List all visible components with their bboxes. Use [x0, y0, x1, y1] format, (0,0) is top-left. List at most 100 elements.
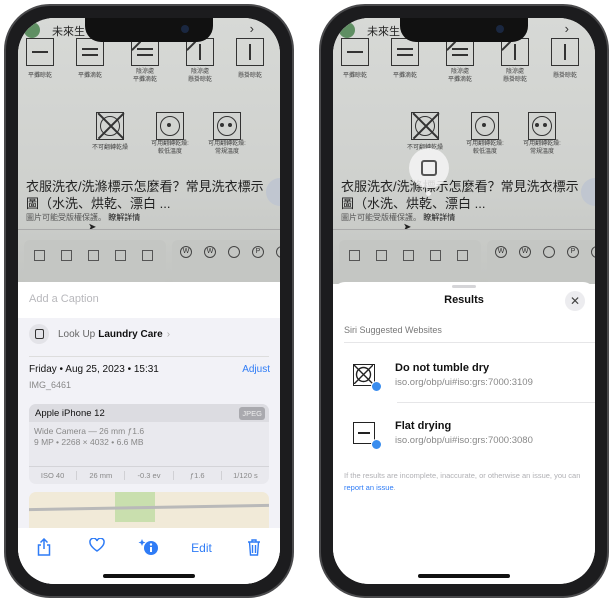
- exif-iso: ISO 40: [29, 471, 78, 480]
- line-dry-symbol: [551, 38, 579, 66]
- result-url: iso.org/obp/ui#iso:grs:7000:3109: [395, 377, 533, 388]
- heart-icon[interactable]: [83, 537, 111, 558]
- mini-symbol: P: [252, 246, 264, 258]
- no-tumble-dry-symbol: [96, 112, 125, 140]
- tumble-low-symbol: [156, 112, 184, 140]
- exif-ev: -0.3 ev: [125, 471, 174, 480]
- mini-symbol: W: [495, 246, 507, 258]
- photo-date: Friday • Aug 25, 2023 • 15:31: [29, 364, 159, 375]
- symbol-label: 可用翻轉乾燥: 較低溫度: [151, 141, 189, 155]
- mini-symbol: W: [204, 246, 216, 258]
- symbol-label: 平攤滴乾: [392, 73, 417, 79]
- symbol-label: 不可翻轉乾燥: [91, 145, 128, 151]
- notch: [85, 18, 213, 42]
- mini-symbol: W: [519, 246, 531, 258]
- laundry-icon: [421, 160, 437, 176]
- sheet-grabber[interactable]: [452, 285, 476, 288]
- mini-symbol: [115, 250, 126, 261]
- mini-symbol: [61, 250, 72, 261]
- photo[interactable]: 未來生 › 平攤晾乾 平攤滴乾 陰涼處 平攤滴乾 陰涼處 懸掛晾乾 懸掛晾乾 不…: [333, 18, 595, 284]
- site-logo: [24, 22, 40, 38]
- result-url: iso.org/obp/ui#iso:grs:7000:3080: [395, 435, 533, 446]
- flat-dry-symbol: [341, 38, 369, 66]
- mini-symbol: F: [276, 246, 280, 258]
- mini-symbol: W: [180, 246, 192, 258]
- photo[interactable]: 未來生 › 平攤晾乾 平攤滴乾 陰涼處 平攤滴乾 陰涼處 懸掛晾乾 懸掛晾乾 不…: [18, 18, 280, 284]
- caption-input[interactable]: Add a Caption: [18, 282, 280, 318]
- mini-symbol: P: [567, 246, 579, 258]
- look-up-button[interactable]: Look Up Laundry Care ›: [29, 324, 170, 344]
- mini-symbol: [430, 250, 441, 261]
- line-dry-symbol: [236, 38, 264, 66]
- cursor-icon: ➤: [88, 222, 97, 233]
- chevron-right-icon: ›: [166, 328, 171, 340]
- symbol-label: 懸掛晾乾: [552, 73, 577, 79]
- exif-aperture: ƒ1.6: [174, 471, 222, 480]
- location-map[interactable]: [29, 492, 269, 532]
- symbol-label: 平攤滴乾: [77, 73, 102, 79]
- device-name: Apple iPhone 12: [29, 404, 269, 422]
- symbol-label: 懸掛晾乾: [237, 73, 262, 79]
- section-header: Siri Suggested Websites: [344, 325, 442, 335]
- phone-left: 未來生 › 平攤晾乾 平攤滴乾 陰涼處 平攤滴乾 陰涼處 懸掛晾乾 懸掛晾乾 不…: [4, 4, 294, 598]
- exif-focal: 26 mm: [77, 471, 126, 480]
- symbol-label: 可用翻轉乾燥: 常規溫度: [523, 141, 561, 155]
- safari-icon: [371, 381, 382, 392]
- symbol-label: 陰涼處 平攤滴乾: [447, 69, 472, 83]
- learn-more-link: 瞭解詳情: [108, 213, 141, 222]
- results-sheet: Results ✕ Siri Suggested Websites Do not…: [333, 282, 595, 584]
- mini-symbol: [376, 250, 387, 261]
- lookup-subject: Laundry Care: [98, 328, 163, 340]
- info-sparkle-icon[interactable]: [135, 538, 163, 558]
- report-issue-link[interactable]: report an issue: [344, 483, 394, 492]
- mini-symbol: [88, 250, 99, 261]
- laundry-icon: [29, 324, 49, 344]
- edit-button[interactable]: Edit: [188, 538, 216, 558]
- mini-symbol: [349, 250, 360, 261]
- photo-wash-strip: W W P F: [487, 240, 595, 284]
- photo-copyright-note: 圖片可能受版權保護。 瞭解詳情: [341, 212, 455, 223]
- mini-symbol: [543, 246, 555, 258]
- mini-symbol: [228, 246, 240, 258]
- footer-text: If the results are incomplete, inaccurat…: [344, 471, 581, 480]
- site-logo: [339, 22, 355, 38]
- camera-info-card: Apple iPhone 12 JPEG Wide Camera — 26 mm…: [29, 404, 269, 484]
- file-name: IMG_6461: [29, 380, 72, 390]
- visual-lookup-button[interactable]: [409, 148, 449, 188]
- close-button[interactable]: ✕: [565, 291, 585, 311]
- site-name: 未來生: [52, 26, 85, 38]
- divider: [333, 229, 595, 230]
- divider: [397, 402, 595, 403]
- photo-info-panel: Add a Caption Look Up Laundry Care › Fri…: [18, 282, 280, 584]
- chevron-right-icon: ›: [249, 21, 254, 36]
- mini-symbol: [457, 250, 468, 261]
- lookup-dot: [426, 191, 431, 196]
- chevron-right-icon: ›: [564, 21, 569, 36]
- share-icon[interactable]: [30, 537, 58, 558]
- divider: [344, 342, 595, 343]
- symbol-label: 陰涼處 平攤滴乾: [132, 69, 157, 83]
- lens-info: Wide Camera — 26 mm ƒ1.6: [34, 426, 145, 436]
- result-name: Do not tumble dry: [395, 362, 490, 374]
- tumble-normal-symbol: [528, 112, 556, 140]
- photo-article-title: 衣服洗衣/洗滌標示怎麼看？常見洗衣標示圖（水洗、烘乾、漂白 ...: [26, 179, 264, 211]
- site-name: 未來生: [367, 26, 400, 38]
- photo-dryer-strip: [339, 240, 481, 284]
- trash-icon[interactable]: [240, 538, 268, 558]
- drip-flat-dry-symbol: [76, 38, 104, 66]
- copyright-text: 圖片可能受版權保護。: [26, 213, 106, 222]
- photo-wash-strip: W W P F: [172, 240, 280, 284]
- format-badge: JPEG: [239, 407, 265, 420]
- shade-drip-flat-symbol: [446, 38, 474, 66]
- lookup-prefix: Look Up: [58, 328, 96, 340]
- photo-dryer-strip: [24, 240, 166, 284]
- tumble-normal-symbol: [213, 112, 241, 140]
- photo-copyright-note: 圖片可能受版權保護。 瞭解詳情: [26, 212, 140, 223]
- results-footer: If the results are incomplete, inaccurat…: [344, 470, 584, 494]
- image-specs: 9 MP • 2268 × 4032 • 6.6 MB: [34, 437, 144, 447]
- divider: [18, 229, 280, 230]
- flat-dry-symbol: [26, 38, 54, 66]
- symbol-label: 可用翻轉乾燥: 常規溫度: [208, 141, 246, 155]
- adjust-button[interactable]: Adjust: [242, 364, 270, 375]
- shade-line-dry-symbol: [501, 38, 529, 66]
